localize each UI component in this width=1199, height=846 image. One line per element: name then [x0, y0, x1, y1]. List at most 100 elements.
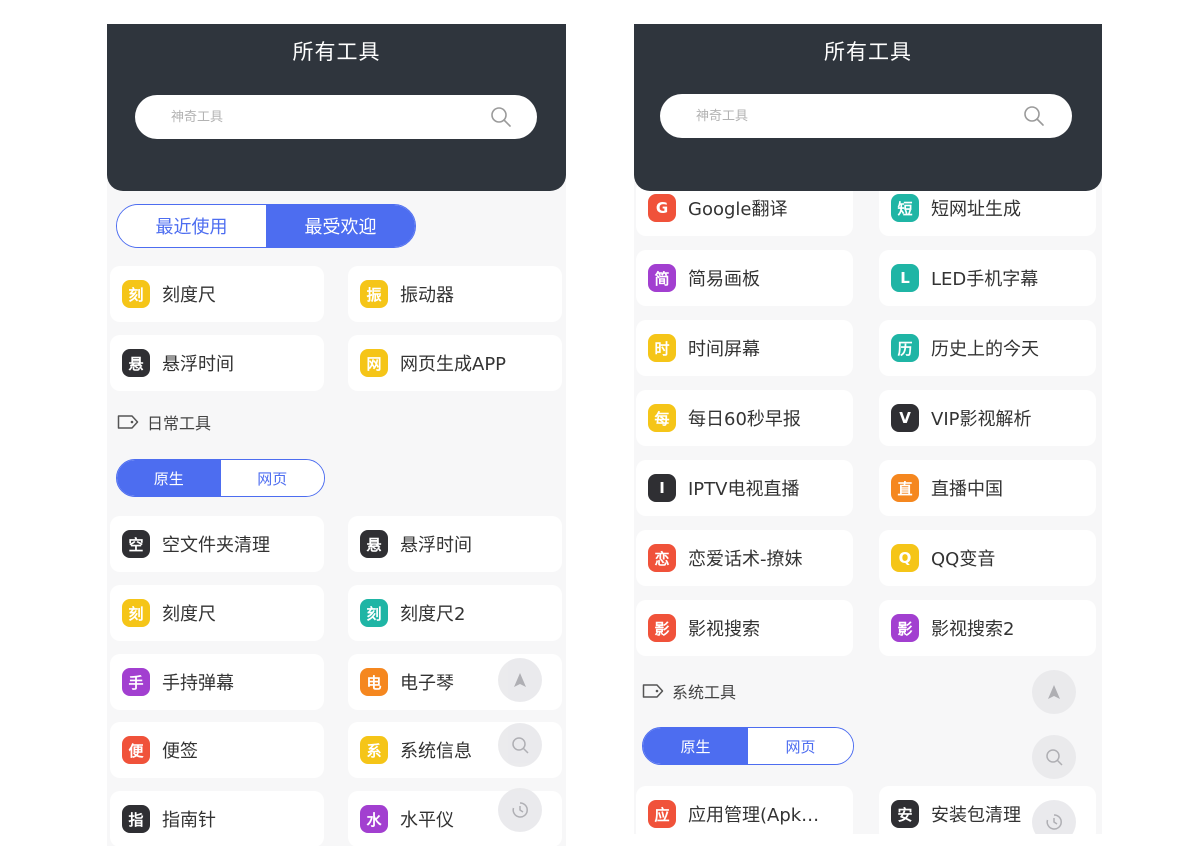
- tab-web[interactable]: 网页: [220, 460, 324, 496]
- tab-native[interactable]: 原生: [117, 460, 221, 496]
- tool-card[interactable]: 每 每日60秒早报: [636, 390, 853, 446]
- page-title: 所有工具: [292, 40, 381, 64]
- tab-native[interactable]: 原生: [643, 728, 748, 764]
- tool-card[interactable]: I IPTV电视直播: [636, 460, 853, 516]
- tool-badge-icon: 应: [648, 800, 676, 828]
- search-input[interactable]: [171, 95, 451, 139]
- tool-card[interactable]: 简 简易画板: [636, 250, 853, 306]
- arrow-up-icon: [514, 673, 526, 687]
- history-button[interactable]: [498, 788, 542, 832]
- tool-label: 空文件夹清理: [162, 535, 270, 556]
- tool-card[interactable]: 恋 恋爱话术-撩妹: [636, 530, 853, 586]
- tool-card[interactable]: 手 手持弹幕: [110, 654, 324, 710]
- tool-badge-icon: L: [891, 264, 919, 292]
- tool-label: 影视搜索2: [931, 619, 1015, 640]
- tool-label: 简易画板: [688, 269, 760, 290]
- tool-label: 手持弹幕: [162, 673, 234, 694]
- tool-label: 悬浮时间: [400, 535, 472, 556]
- tool-label: 影视搜索: [688, 619, 760, 640]
- tool-card[interactable]: 网 网页生成APP: [348, 335, 562, 391]
- tool-badge-icon: 空: [122, 530, 150, 558]
- section-title: 系统工具: [642, 679, 736, 703]
- tool-card[interactable]: 影 影视搜索: [636, 600, 853, 656]
- tab-popular[interactable]: 最受欢迎: [266, 205, 415, 247]
- page-title: 所有工具: [824, 40, 912, 64]
- tool-badge-icon: 时: [648, 334, 676, 362]
- header: 所有工具: [107, 24, 566, 191]
- top-tab-switch: 最近使用 最受欢迎: [116, 204, 416, 248]
- float-search-button[interactable]: [498, 723, 542, 767]
- search-bar[interactable]: [135, 95, 537, 139]
- tool-badge-icon: 网: [360, 349, 388, 377]
- tool-badge-icon: 手: [122, 668, 150, 696]
- tool-card[interactable]: 悬 悬浮时间: [348, 516, 562, 572]
- tool-label: 指南针: [162, 810, 216, 831]
- tool-label: 便签: [162, 741, 198, 762]
- tool-label: 悬浮时间: [162, 354, 234, 375]
- tool-badge-icon: 刻: [122, 280, 150, 308]
- tool-label: 恋爱话术-撩妹: [688, 549, 803, 570]
- tool-badge-icon: 电: [360, 668, 388, 696]
- tool-badge-icon: 便: [122, 736, 150, 764]
- sub-tab-switch: 原生 网页: [116, 459, 325, 497]
- tool-label: QQ变音: [931, 549, 996, 570]
- scroll-top-button[interactable]: [498, 658, 542, 702]
- tool-card[interactable]: Q QQ变音: [879, 530, 1096, 586]
- tool-badge-icon: 安: [891, 800, 919, 828]
- tool-label: 短网址生成: [931, 199, 1021, 220]
- tool-badge-icon: 历: [891, 334, 919, 362]
- tool-label: 系统信息: [400, 741, 472, 762]
- tab-web[interactable]: 网页: [748, 728, 853, 764]
- tool-card[interactable]: 悬 悬浮时间: [110, 335, 324, 391]
- tool-badge-icon: 刻: [122, 599, 150, 627]
- tool-badge-icon: 短: [891, 194, 919, 222]
- tag-icon: [117, 415, 139, 429]
- tab-recent[interactable]: 最近使用: [117, 205, 266, 247]
- scroll-top-button[interactable]: [1032, 670, 1076, 714]
- search-bar[interactable]: [660, 94, 1072, 138]
- tool-card[interactable]: V VIP影视解析: [879, 390, 1096, 446]
- tool-card[interactable]: 便 便签: [110, 722, 324, 778]
- right-phone-screen: 所有工具 G Google翻译 短 短网址生成 简 简易画板 L LED手机字幕…: [634, 24, 1102, 834]
- tool-card[interactable]: 振 振动器: [348, 266, 562, 322]
- search-input[interactable]: [696, 94, 976, 138]
- tool-badge-icon: 水: [360, 805, 388, 833]
- tool-card[interactable]: 历 历史上的今天: [879, 320, 1096, 376]
- header: 所有工具: [634, 24, 1102, 191]
- tool-card[interactable]: L LED手机字幕: [879, 250, 1096, 306]
- tool-badge-icon: 指: [122, 805, 150, 833]
- tool-badge-icon: I: [648, 474, 676, 502]
- section-title-label: 系统工具: [672, 683, 737, 702]
- tool-badge-icon: 刻: [360, 599, 388, 627]
- tool-label: 历史上的今天: [931, 339, 1039, 360]
- tool-card[interactable]: 影 影视搜索2: [879, 600, 1096, 656]
- tool-card[interactable]: 刻 刻度尺: [110, 266, 324, 322]
- tool-card[interactable]: 直 直播中国: [879, 460, 1096, 516]
- search-icon: [512, 737, 529, 754]
- tool-badge-icon: 影: [648, 614, 676, 642]
- tool-card[interactable]: 空 空文件夹清理: [110, 516, 324, 572]
- tool-badge-icon: 悬: [360, 530, 388, 558]
- tool-card[interactable]: 刻 刻度尺2: [348, 585, 562, 641]
- tool-badge-icon: 系: [360, 736, 388, 764]
- tool-badge-icon: 直: [891, 474, 919, 502]
- tool-card[interactable]: 应 应用管理(Apk…: [636, 786, 853, 834]
- tool-label: 刻度尺2: [400, 604, 466, 625]
- search-icon[interactable]: [489, 105, 513, 129]
- tool-card[interactable]: 指 指南针: [110, 791, 324, 846]
- search-icon[interactable]: [1022, 104, 1046, 128]
- tool-badge-icon: 恋: [648, 544, 676, 572]
- tool-label: Google翻译: [688, 199, 788, 220]
- tool-badge-icon: G: [648, 194, 676, 222]
- tool-label: VIP影视解析: [931, 409, 1032, 430]
- float-search-button[interactable]: [1032, 735, 1076, 779]
- history-icon: [512, 802, 528, 818]
- tool-label: 振动器: [400, 285, 454, 306]
- tool-badge-icon: 悬: [122, 349, 150, 377]
- tool-badge-icon: 简: [648, 264, 676, 292]
- tool-label: 时间屏幕: [688, 339, 760, 360]
- tool-badge-icon: 影: [891, 614, 919, 642]
- tool-card[interactable]: 刻 刻度尺: [110, 585, 324, 641]
- tool-label: 每日60秒早报: [688, 409, 801, 430]
- tool-card[interactable]: 时 时间屏幕: [636, 320, 853, 376]
